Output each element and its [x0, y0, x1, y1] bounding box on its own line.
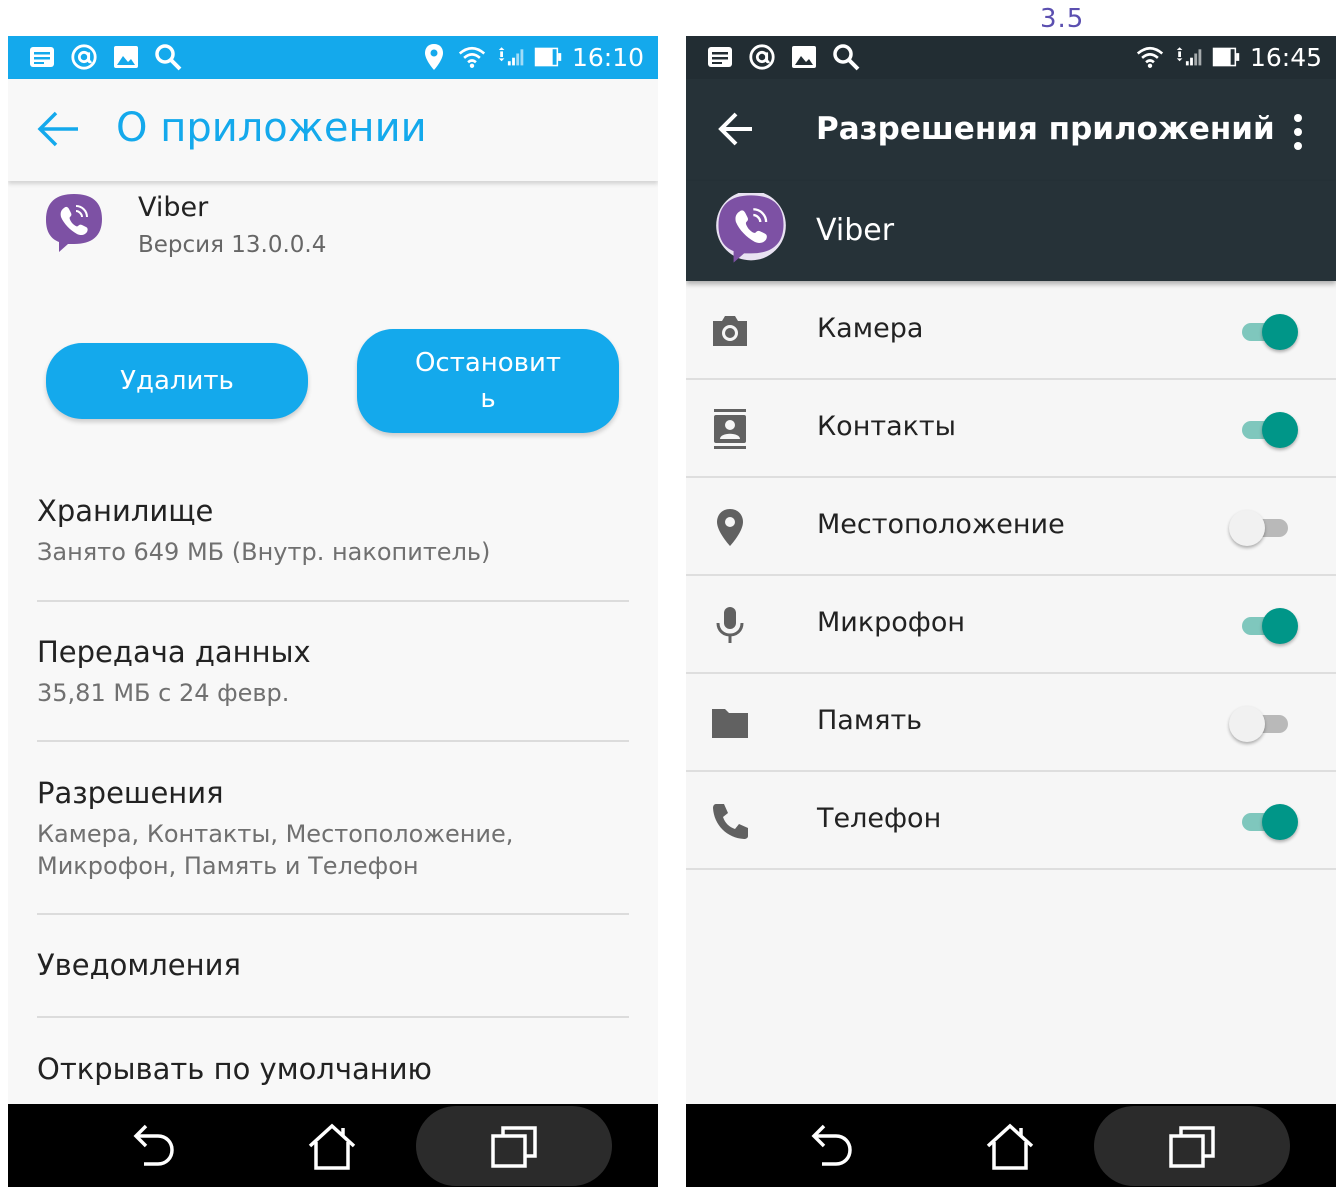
location-icon [717, 509, 743, 546]
wifi-icon [1136, 42, 1164, 72]
app-bar: О приложении [8, 79, 658, 181]
location-toggle[interactable] [1229, 509, 1302, 547]
app-version: Версия 13.0.0.4 [138, 232, 327, 258]
message-icon [706, 42, 734, 72]
page-title: О приложении [116, 105, 427, 151]
permission-label: Камера [817, 313, 924, 344]
status-time: 16:10 [571, 42, 644, 72]
location-status-icon [420, 42, 448, 72]
signal-icon [1174, 42, 1202, 72]
contacts-icon [714, 409, 746, 449]
permissions-setting[interactable]: Разрешения Камера, Контакты, Местоположе… [37, 776, 629, 882]
contacts-toggle[interactable] [1242, 411, 1302, 449]
battery-icon [1212, 42, 1240, 72]
data-usage-setting[interactable]: Передача данных 35,81 МБ с 24 февр. [37, 635, 629, 709]
divider [686, 672, 1336, 674]
setting-subtitle: 35,81 МБ с 24 февр. [37, 679, 290, 707]
setting-title: Передача данных [37, 635, 311, 669]
status-bar: 16:10 [8, 36, 658, 79]
folder-icon [712, 709, 748, 738]
permission-row-storage[interactable]: Память [686, 675, 1336, 772]
divider [686, 770, 1336, 772]
camera-toggle[interactable] [1242, 313, 1302, 351]
app-header: Viber [686, 181, 1336, 281]
force-stop-button[interactable]: Остановить [357, 329, 619, 433]
setting-subtitle: Занято 649 МБ (Внутр. накопитель) [37, 538, 491, 566]
permission-row-phone[interactable]: Телефон [686, 773, 1336, 870]
setting-subtitle: Камера, Контакты, Местоположение, Микроф… [37, 820, 514, 880]
divider [686, 476, 1336, 478]
viber-logo-icon [46, 194, 102, 252]
battery-icon [534, 42, 562, 72]
app-name: Viber [138, 192, 209, 223]
back-arrow-icon[interactable] [36, 109, 82, 149]
app-permissions-screen: 16:45 Разрешения приложений Viber Камера… [686, 36, 1336, 1187]
permission-label: Телефон [817, 803, 942, 834]
permission-label: Микрофон [817, 607, 966, 638]
home-nav-icon[interactable] [307, 1122, 357, 1172]
permission-label: Память [817, 705, 923, 736]
setting-title: Открывать по умолчанию [37, 1052, 432, 1086]
divider [37, 913, 629, 915]
back-arrow-icon[interactable] [718, 109, 754, 149]
microphone-toggle[interactable] [1242, 607, 1302, 645]
phone-toggle[interactable] [1242, 803, 1302, 841]
camera-icon [713, 316, 747, 346]
permission-label: Местоположение [817, 509, 1065, 540]
setting-title: Хранилище [37, 494, 214, 528]
setting-title: Уведомления [37, 948, 241, 982]
recents-nav-icon[interactable] [489, 1122, 539, 1172]
permission-row-camera[interactable]: Камера [686, 283, 1336, 380]
divider [686, 574, 1336, 576]
permission-label: Контакты [817, 411, 956, 442]
permission-row-contacts[interactable]: Контакты [686, 381, 1336, 478]
message-icon [28, 42, 56, 72]
more-options-icon[interactable] [1288, 113, 1308, 151]
phone-icon [713, 804, 748, 839]
notifications-setting[interactable]: Уведомления [37, 948, 629, 982]
navigation-bar [686, 1104, 1336, 1187]
page-title: Разрешения приложений [816, 111, 1275, 147]
signal-icon [496, 42, 524, 72]
email-at-icon [70, 42, 98, 72]
app-info-screen: 16:10 О приложении Viber Версия 13.0.0.4… [8, 36, 658, 1187]
storage-toggle[interactable] [1229, 705, 1302, 743]
app-bar: Разрешения приложений [686, 79, 1336, 181]
gallery-icon [112, 42, 140, 72]
navigation-bar [8, 1104, 658, 1187]
app-header: Viber Версия 13.0.0.4 [8, 184, 658, 284]
home-nav-icon[interactable] [985, 1122, 1035, 1172]
status-time: 16:45 [1249, 42, 1322, 72]
back-nav-icon[interactable] [128, 1122, 178, 1172]
search-icon [832, 42, 860, 72]
divider [37, 600, 629, 602]
setting-title: Разрешения [37, 776, 224, 810]
microphone-icon [716, 607, 744, 643]
storage-setting[interactable]: Хранилище Занято 649 МБ (Внутр. накопите… [37, 494, 629, 568]
figure-label: 3.5 [1040, 4, 1085, 34]
email-at-icon [748, 42, 776, 72]
delete-button[interactable]: Удалить [46, 343, 308, 419]
search-icon [154, 42, 182, 72]
back-nav-icon[interactable] [806, 1122, 856, 1172]
divider [37, 740, 629, 742]
status-bar: 16:45 [686, 36, 1336, 79]
app-name: Viber [816, 213, 895, 248]
divider [37, 1016, 629, 1018]
divider [686, 378, 1336, 380]
permission-row-location[interactable]: Местоположение [686, 479, 1336, 576]
recents-nav-icon[interactable] [1167, 1122, 1217, 1172]
open-by-default-setting[interactable]: Открывать по умолчанию [37, 1052, 629, 1086]
permission-row-microphone[interactable]: Микрофон [686, 577, 1336, 674]
gallery-icon [790, 42, 818, 72]
divider [686, 868, 1336, 870]
viber-logo-icon [716, 193, 786, 263]
wifi-icon [458, 42, 486, 72]
force-stop-label: Остановить [414, 348, 562, 414]
